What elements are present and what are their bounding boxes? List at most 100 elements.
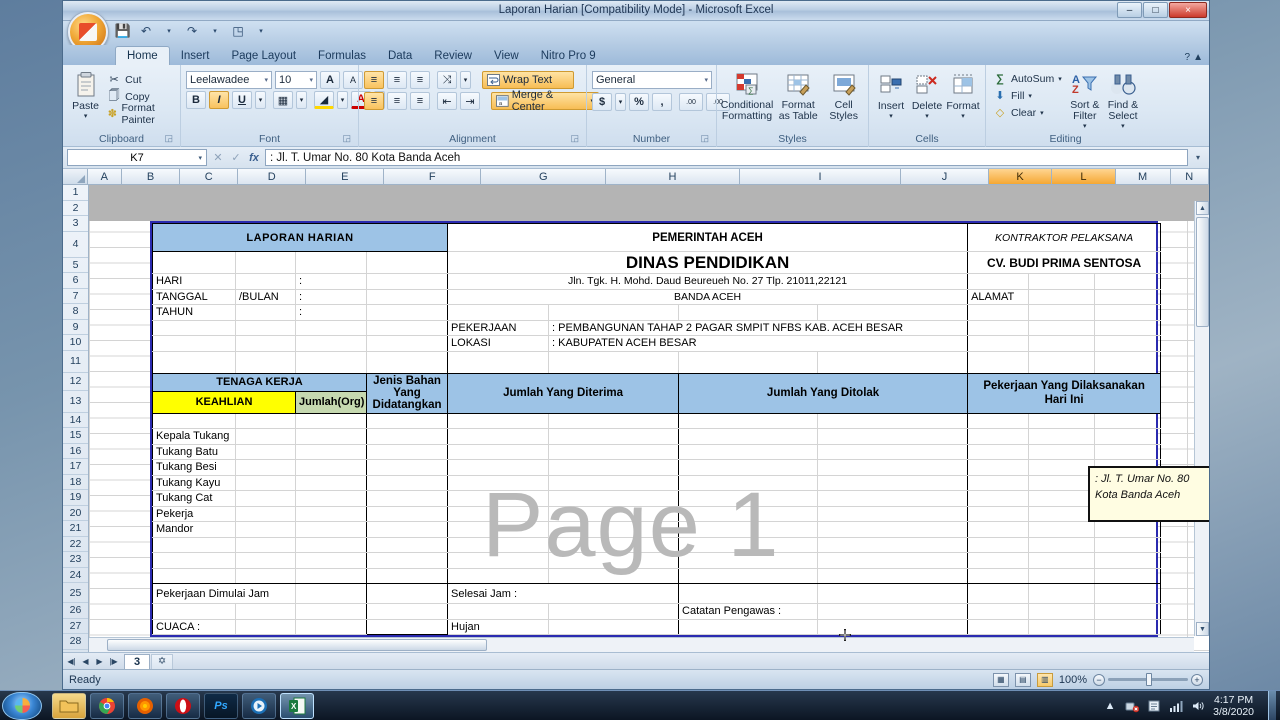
row-header-7[interactable]: 7 [63,289,88,304]
row-header-22[interactable]: 22 [63,537,88,552]
clear-caret-icon[interactable]: ▾ [1040,109,1044,117]
font-dialog-launcher-icon[interactable]: ◲ [342,133,351,144]
insert-caret-icon[interactable]: ▾ [889,112,893,120]
redo-icon[interactable]: ↷ [184,23,200,39]
conditional-formatting-button[interactable]: ∑ Conditional Formatting [721,68,773,122]
prev-sheet-icon[interactable]: ◀ [79,657,92,666]
insert-cells-button[interactable]: Insert ▾ [874,68,908,120]
italic-button[interactable]: I [209,91,229,109]
number-dialog-launcher-icon[interactable]: ◲ [700,133,709,144]
align-middle-button[interactable]: ≡ [387,71,407,89]
font-size-select[interactable]: 10 ▾ [275,71,317,89]
taskbar-google-chrome[interactable] [90,692,124,719]
row-header-17[interactable]: 17 [63,459,88,475]
last-sheet-icon[interactable]: |▶ [107,657,120,666]
orientation-button[interactable]: ⤨ [437,71,457,89]
formula-input[interactable]: : Jl. T. Umar No. 80 Kota Banda Aceh [265,149,1188,166]
action-center-icon[interactable] [1147,699,1161,713]
fill-color-caret-icon[interactable]: ▾ [337,91,348,109]
fill-button[interactable]: ⬇ Fill ▾ [991,87,1064,104]
underline-button[interactable]: U [232,91,252,109]
format-caret-icon[interactable]: ▾ [961,112,965,120]
paste-caret-icon[interactable]: ▾ [84,112,88,120]
column-header-k[interactable]: K [988,169,1053,184]
row-header-18[interactable]: 18 [63,475,88,490]
row-header-25[interactable]: 25 [63,583,88,603]
row-header-4[interactable]: 4 [63,232,88,258]
name-box[interactable]: K7 ▾ [67,149,207,166]
autosum-button[interactable]: ∑ AutoSum ▾ [991,70,1064,87]
collapse-ribbon-icon[interactable]: ▲ [1193,52,1203,63]
column-header-f[interactable]: F [384,169,482,184]
taskbar-media-player[interactable] [242,692,276,719]
row-header-11[interactable]: 11 [63,351,88,373]
column-header-b[interactable]: B [121,169,181,184]
align-left-button[interactable]: ≡ [364,92,384,110]
row-header-8[interactable]: 8 [63,304,88,320]
taskbar-clock[interactable]: 4:17 PM 3/8/2020 [1213,694,1260,718]
row-header-16[interactable]: 16 [63,444,88,459]
network-icon[interactable] [1125,699,1140,713]
column-header-l[interactable]: L [1052,169,1116,184]
print-preview-icon[interactable]: ◳ [230,23,246,39]
column-header-i[interactable]: I [739,169,902,184]
column-header-d[interactable]: D [238,169,307,184]
percent-format-button[interactable]: % [629,93,649,111]
customize-qat-icon[interactable]: ▾ [253,23,269,39]
tab-formulas[interactable]: Formulas [307,46,377,65]
row-header-23[interactable]: 23 [63,552,88,568]
align-right-button[interactable]: ≡ [410,92,430,110]
alignment-dialog-launcher-icon[interactable]: ◲ [570,133,579,144]
sort-filter-button[interactable]: AZ Sort & Filter ▾ [1068,68,1102,130]
next-sheet-icon[interactable]: ▶ [93,657,106,666]
start-button[interactable] [2,691,42,720]
sort-filter-caret-icon[interactable]: ▾ [1083,122,1087,130]
find-select-caret-icon[interactable]: ▾ [1121,122,1125,130]
wrap-text-button[interactable]: Wrap Text [482,71,574,89]
enter-formula-icon[interactable]: ✓ [228,151,244,164]
cell-area[interactable]: Page 1 LAPORAN HARIAN PEMERINTAH ACEH KO… [89,185,1209,652]
align-top-button[interactable]: ≡ [364,71,384,89]
currency-caret-icon[interactable]: ▾ [615,93,626,111]
row-header-10[interactable]: 10 [63,335,88,351]
row-header-6[interactable]: 6 [63,273,88,289]
tab-view[interactable]: View [483,46,530,65]
number-format-select[interactable]: General ▾ [592,71,712,89]
tab-home[interactable]: Home [115,46,170,65]
undo-caret-icon[interactable]: ▾ [161,23,177,39]
column-header-h[interactable]: H [606,169,740,184]
select-all-button[interactable] [63,169,89,184]
horizontal-scroll-thumb[interactable] [107,639,487,651]
taskbar-adobe-photoshop[interactable]: Ps [204,692,238,719]
comma-format-button[interactable]: , [652,93,672,111]
format-as-table-button[interactable]: Format as Table [776,68,820,122]
column-header-m[interactable]: M [1115,169,1171,184]
format-painter-button[interactable]: ✽ Format Painter [105,102,175,126]
row-header-26[interactable]: 26 [63,603,88,619]
taskbar-microsoft-excel[interactable]: X [280,692,314,719]
zoom-in-button[interactable]: + [1191,673,1203,686]
scroll-up-icon[interactable]: ▲ [1196,201,1209,215]
show-desktop-button[interactable] [1268,690,1276,720]
undo-icon[interactable]: ↶ [138,23,154,39]
delete-caret-icon[interactable]: ▾ [925,112,929,120]
borders-caret-icon[interactable]: ▾ [296,91,307,109]
row-header-24[interactable]: 24 [63,568,88,583]
show-hidden-icons-icon[interactable]: ▲ [1103,699,1117,713]
autosum-caret-icon[interactable]: ▾ [1058,75,1062,83]
clear-button[interactable]: ◇ Clear ▾ [991,104,1064,121]
currency-format-button[interactable]: $ [592,93,612,111]
column-header-a[interactable]: A [88,169,122,184]
merge-center-button[interactable]: a Merge & Center ▾ [491,89,599,113]
row-header-28[interactable]: 28 [63,634,88,650]
row-header-9[interactable]: 9 [63,320,88,335]
sheet-tab-3[interactable]: 3 [124,653,151,669]
zoom-out-button[interactable]: − [1093,673,1105,686]
close-button[interactable]: × [1169,2,1207,18]
orientation-caret-icon[interactable]: ▾ [460,71,471,89]
row-header-2[interactable]: 2 [63,201,88,216]
zoom-knob[interactable] [1146,673,1153,686]
tab-data[interactable]: Data [377,46,423,65]
fill-caret-icon[interactable]: ▾ [1028,92,1032,100]
cuaca-checkbox[interactable] [365,618,449,635]
